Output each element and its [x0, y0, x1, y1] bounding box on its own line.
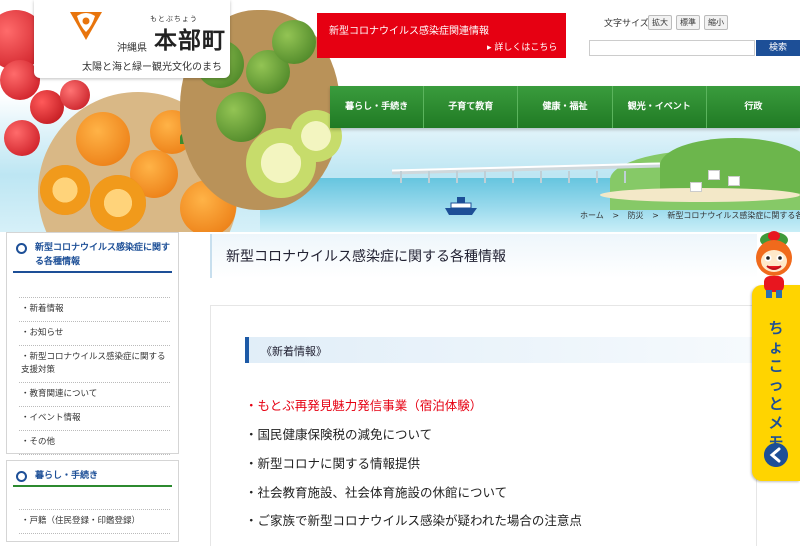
- sidebar-section-title-label: 新型コロナウイルス感染症に関する各種情報: [35, 243, 171, 267]
- circle-bullet-icon: [16, 471, 27, 482]
- font-size-label: 文字サイズ: [604, 19, 649, 29]
- sidebar-living-section: 暮らし・手続き ・戸籍（住民登録・印鑑登録）: [6, 460, 179, 542]
- sidebar-section-title[interactable]: 新型コロナウイルス感染症に関する各種情報: [7, 233, 178, 269]
- breadcrumb-disaster-link[interactable]: 防災: [628, 211, 644, 220]
- house-image: [690, 182, 702, 192]
- breadcrumb-separator: >: [612, 211, 620, 220]
- news-item-link[interactable]: ・社会教育施設、社会体育施設の休館について: [245, 482, 507, 501]
- memo-tab-label: ちょこっとメモ: [768, 319, 784, 451]
- sidebar-item-other[interactable]: ・その他: [19, 431, 170, 455]
- prefecture-label: 沖縄県: [117, 43, 147, 54]
- nav-item-tourism-events[interactable]: 観光・イベント: [611, 86, 706, 128]
- sidebar-item-news[interactable]: ・新着情報: [19, 297, 170, 322]
- house-image: [728, 176, 740, 186]
- covid-banner-link[interactable]: ▸ 詳しくはこちら: [487, 40, 557, 53]
- nav-item-childcare-education[interactable]: 子育て教育: [423, 86, 518, 128]
- sidebar-list: ・戸籍（住民登録・印鑑登録）: [19, 509, 170, 534]
- circle-bullet-icon: [16, 243, 27, 254]
- nav-item-health-welfare[interactable]: 健康・福祉: [517, 86, 612, 128]
- sidebar-item-education[interactable]: ・教育関連について: [19, 383, 170, 407]
- covid-banner-link-label: 詳しくはこちら: [494, 43, 558, 53]
- memo-side-tab[interactable]: ちょこっとメモ: [752, 285, 800, 481]
- font-size-standard-button[interactable]: 標準: [676, 15, 700, 30]
- page-title: 新型コロナウイルス感染症に関する各種情報: [226, 249, 506, 265]
- font-size-shrink-button[interactable]: 縮小: [704, 15, 728, 30]
- breadcrumb-separator: >: [652, 211, 659, 220]
- search-input[interactable]: [589, 40, 755, 56]
- news-item-link[interactable]: ・ご家族で新型コロナウイルス感染が疑われた場合の注意点: [245, 510, 582, 529]
- news-item-link[interactable]: ・もとぶ再発見魅力発信事業（宿泊体験）: [245, 395, 482, 414]
- search-button[interactable]: 検索: [756, 40, 800, 56]
- citrus-image: [272, 20, 316, 64]
- mascot-character-image: [756, 231, 792, 298]
- breadcrumb-current: 新型コロナウイルス感染症に関する各: [667, 211, 800, 220]
- sidebar-section-title[interactable]: 暮らし・手続き: [7, 461, 178, 483]
- section-divider: [13, 485, 172, 487]
- section-divider: [13, 271, 172, 273]
- site-logo[interactable]: もとぶちょう 沖縄県 本部町 太陽と海と緑ー観光文化のまち: [34, 0, 230, 78]
- covid-banner-title: 新型コロナウイルス感染症関連情報: [329, 26, 489, 37]
- breadcrumb-home-link[interactable]: ホーム: [580, 211, 604, 220]
- sidebar-item-family-register[interactable]: ・戸籍（住民登録・印鑑登録）: [19, 509, 170, 534]
- font-size-enlarge-button[interactable]: 拡大: [648, 15, 672, 30]
- sidebar-item-notices[interactable]: ・お知らせ: [19, 322, 170, 346]
- bridge-pillars: [400, 171, 650, 183]
- nav-item-administration[interactable]: 行政: [705, 86, 800, 128]
- nav-item-living[interactable]: 暮らし・手続き: [330, 86, 424, 128]
- news-heading: 《新着情報》: [261, 345, 327, 358]
- news-heading-bar: 《新着情報》: [245, 337, 759, 363]
- town-tagline: 太陽と海と緑ー観光文化のまち: [82, 62, 222, 73]
- sidebar-item-support-measures[interactable]: ・新型コロナウイルス感染症に関する支援対策: [19, 346, 170, 383]
- covid-info-banner[interactable]: 新型コロナウイルス感染症関連情報 ▸ 詳しくはこちら: [317, 13, 566, 58]
- sidebar-section-title-label: 暮らし・手続き: [35, 471, 99, 481]
- page-title-bar: 新型コロナウイルス感染症に関する各種情報: [210, 234, 757, 278]
- breadcrumb: ホーム > 防災 > 新型コロナウイルス感染症に関する各: [580, 210, 800, 221]
- sidebar-covid-section: 新型コロナウイルス感染症に関する各種情報 ・新着情報 ・お知らせ ・新型コロナウ…: [6, 232, 179, 455]
- town-emblem-icon: [70, 12, 102, 40]
- sidebar-list: ・新着情報 ・お知らせ ・新型コロナウイルス感染症に関する支援対策 ・教育関連に…: [19, 297, 170, 455]
- sidebar-item-events[interactable]: ・イベント情報: [19, 407, 170, 431]
- news-item-link[interactable]: ・新型コロナに関する情報提供: [245, 453, 420, 472]
- news-item-link[interactable]: ・国民健康保険税の減免について: [245, 424, 432, 443]
- house-image: [708, 170, 720, 180]
- global-nav: 暮らし・手続き 子育て教育 健康・福祉 観光・イベント 行政: [330, 86, 800, 128]
- arrow-left-icon: [764, 443, 788, 467]
- ship-icon: [445, 197, 477, 215]
- town-name: 本部町: [154, 27, 226, 54]
